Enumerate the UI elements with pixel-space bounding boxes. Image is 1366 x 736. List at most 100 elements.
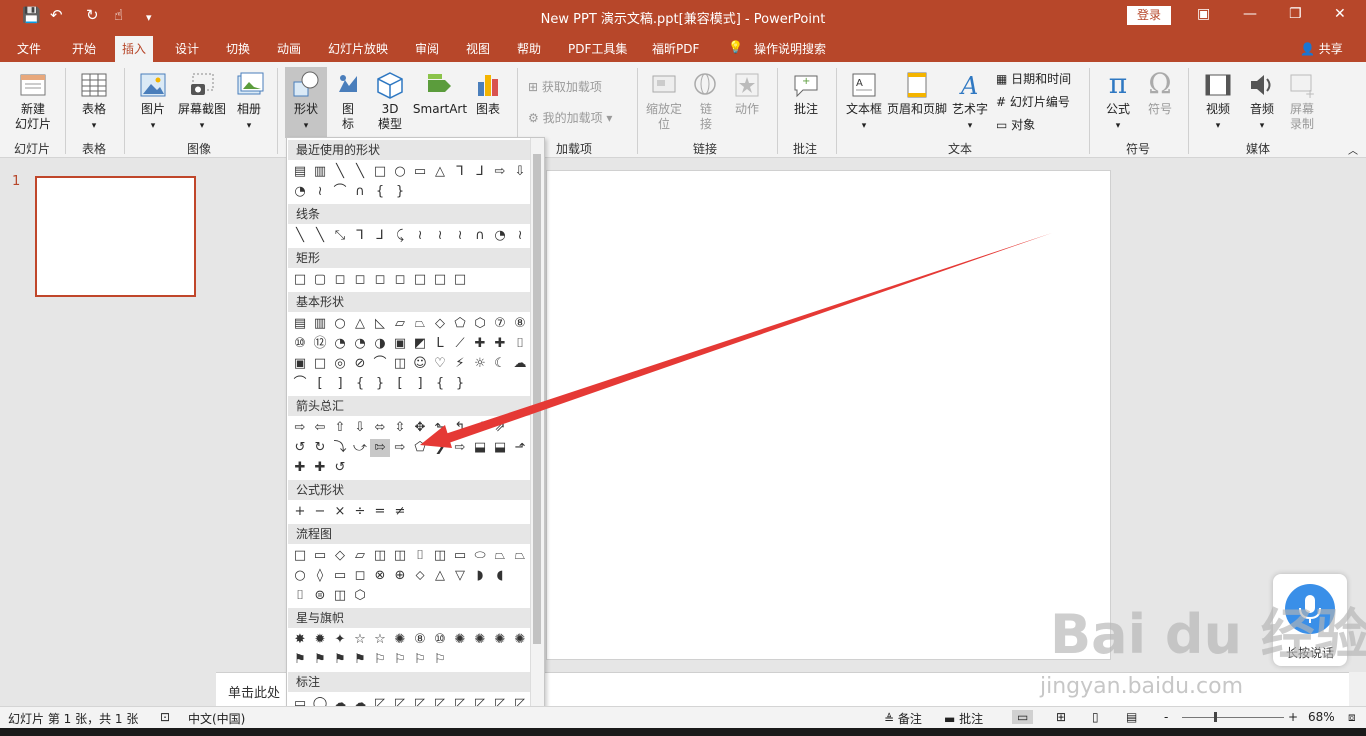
wordart-button[interactable]: A 艺术字 ▾	[950, 70, 990, 134]
shape-item[interactable]: ✦	[330, 631, 350, 649]
shape-item[interactable]: {	[370, 183, 390, 201]
shape-item[interactable]: [	[310, 375, 330, 393]
tab-animations[interactable]: 动画	[277, 40, 301, 57]
shape-item[interactable]: □	[310, 355, 330, 373]
icons-button[interactable]: 图 标	[332, 70, 364, 132]
shape-item[interactable]: ▥	[310, 315, 330, 333]
shape-item[interactable]: ✸	[290, 631, 310, 649]
canvas-scrollbar[interactable]	[1349, 672, 1366, 706]
shape-item[interactable]: ✺	[510, 631, 530, 649]
shape-curved-arrow[interactable]: ⤵	[330, 439, 350, 457]
shape-row[interactable]: + − × ÷ = ≠	[290, 503, 410, 521]
shape-item[interactable]: ◔	[290, 183, 310, 201]
shape-item[interactable]: ⅃	[470, 163, 490, 181]
3d-model-button[interactable]: 3D 模型	[370, 70, 410, 132]
shape-item[interactable]: ▭	[450, 547, 470, 565]
shape-item[interactable]: ◇	[430, 315, 450, 333]
shape-row[interactable]: □ ▭ ◇ ▱ ◫ ◫ ⌷ ◫ ▭ ⬭ ⏢ ⏢	[290, 547, 530, 565]
shape-item[interactable]: ☺	[410, 355, 430, 373]
gallery-scroll-thumb[interactable]	[533, 154, 541, 644]
shape-item[interactable]: △	[350, 315, 370, 333]
shape-row[interactable]: ▣ □ ◎ ⊘ ⌒ ◫ ☺ ♡ ⚡ ☼ ☾ ☁	[290, 355, 530, 373]
shape-chevron[interactable]: ❯	[430, 439, 450, 457]
shape-callout-arrow[interactable]: ⇨	[450, 439, 470, 457]
picture-button[interactable]: 图片 ▾	[132, 70, 174, 134]
shape-item[interactable]: ╲	[350, 163, 370, 181]
shape-item[interactable]: ⇦	[310, 419, 330, 437]
shape-item[interactable]: ⏢	[490, 547, 510, 565]
shape-item[interactable]: ⊘	[350, 355, 370, 373]
shape-item[interactable]: ]	[410, 375, 430, 393]
tab-transitions[interactable]: 切换	[226, 40, 250, 57]
shape-item[interactable]: ↺	[330, 459, 350, 477]
shape-item[interactable]: ◫	[330, 587, 350, 605]
tab-insert[interactable]: 插入	[115, 36, 154, 65]
tab-foxit-pdf[interactable]: 福昕PDF	[652, 40, 699, 57]
shape-item[interactable]: =	[370, 503, 390, 521]
shape-item[interactable]: ◔	[330, 335, 350, 353]
shape-item[interactable]: ⤡	[330, 227, 350, 245]
shape-item[interactable]: ✥	[410, 419, 430, 437]
shape-item[interactable]: ⊗	[370, 567, 390, 585]
shape-item[interactable]: ⇳	[390, 419, 410, 437]
shape-row[interactable]: ⑩ ⑫ ◔ ◔ ◑ ▣ ◩ L ⟋ ✚ ✚ ⌷	[290, 335, 530, 353]
shape-item[interactable]: △	[430, 567, 450, 585]
slide-thumbnail[interactable]	[35, 176, 196, 297]
shape-item[interactable]: ⑩	[430, 631, 450, 649]
slide-canvas[interactable]	[546, 170, 1111, 660]
shape-row[interactable]: ✸ ✹ ✦ ☆ ☆ ✺ ⑧ ⑩ ✺ ✺ ✺ ✺	[290, 631, 530, 649]
shape-row[interactable]: ○ ◊ ▭ ◻ ⊗ ⊕ ⬦ △ ▽ ◗ ◖	[290, 567, 510, 585]
album-button[interactable]: 相册 ▾	[230, 70, 268, 134]
shape-row[interactable]: ▤ ▥ ○ △ ◺ ▱ ⏢ ◇ ⬠ ⬡ ⑦ ⑧	[290, 315, 530, 333]
shape-item[interactable]: ⑦	[490, 315, 510, 333]
new-slide-button[interactable]: 新建 幻灯片	[8, 70, 58, 132]
comment-button[interactable]: + 批注	[784, 70, 828, 117]
shape-item[interactable]: ▢	[310, 271, 330, 289]
shape-item[interactable]: [	[390, 375, 410, 393]
shape-circular-arrow[interactable]: ↻	[310, 439, 330, 457]
shape-notched-right-arrow[interactable]: ⇨	[390, 439, 410, 457]
shape-item[interactable]: ◎	[330, 355, 350, 373]
shape-item[interactable]: ╲	[290, 227, 310, 245]
collapse-ribbon-icon[interactable]: ︿	[1348, 142, 1358, 157]
shape-item[interactable]: ◔	[350, 335, 370, 353]
shape-item[interactable]: ✚	[290, 459, 310, 477]
shape-item[interactable]: ☁	[510, 355, 530, 373]
shape-item[interactable]: ⤹	[390, 227, 410, 245]
tab-view[interactable]: 视图	[466, 40, 490, 57]
date-time-button[interactable]: ▦ 日期和时间	[996, 70, 1071, 87]
shape-item[interactable]: ⇩	[350, 419, 370, 437]
shape-item[interactable]: {	[350, 375, 370, 393]
shape-item[interactable]: ▥	[310, 163, 330, 181]
shape-item[interactable]: ☆	[350, 631, 370, 649]
tab-file[interactable]: 文件	[17, 40, 41, 57]
screenshot-button[interactable]: 屏幕截图 ▾	[174, 70, 230, 134]
shape-item[interactable]: ⅂	[350, 227, 370, 245]
shape-item[interactable]: ◻	[350, 567, 370, 585]
shape-item[interactable]: ⬑	[430, 419, 450, 437]
shape-item[interactable]: ⑫	[310, 335, 330, 353]
shape-item[interactable]: ⚐	[370, 651, 390, 669]
shape-item[interactable]: ◗	[470, 567, 490, 585]
shape-item[interactable]: ○	[330, 315, 350, 333]
gallery-scrollbar[interactable]	[530, 138, 544, 715]
tab-slideshow[interactable]: 幻灯片放映	[328, 40, 388, 57]
tab-design[interactable]: 设计	[175, 40, 199, 57]
shape-item[interactable]: ⚐	[430, 651, 450, 669]
shape-row[interactable]: ⌷ ⊜ ◫ ⬡	[290, 587, 370, 605]
shape-row[interactable]: ⇨ ⇦ ⇧ ⇩ ⬄ ⇳ ✥ ⬑ ↰ ↲ ⇗	[290, 419, 510, 437]
spellcheck-icon[interactable]: ⊡	[160, 710, 170, 724]
shape-item[interactable]: ✺	[470, 631, 490, 649]
shape-item[interactable]: ⌷	[510, 335, 530, 353]
shape-item[interactable]: ◫	[390, 547, 410, 565]
shape-item[interactable]: ≀	[410, 227, 430, 245]
shape-item[interactable]: ⇧	[330, 419, 350, 437]
shape-item[interactable]: ▣	[390, 335, 410, 353]
shape-item[interactable]: −	[310, 503, 330, 521]
shape-item[interactable]: ⬭	[470, 547, 490, 565]
shape-item[interactable]: □	[290, 547, 310, 565]
zoom-in-button[interactable]: +	[1288, 710, 1298, 724]
chart-button[interactable]: 图表	[470, 70, 506, 117]
shape-item[interactable]: ☾	[490, 355, 510, 373]
close-icon[interactable]: ✕	[1334, 6, 1346, 22]
